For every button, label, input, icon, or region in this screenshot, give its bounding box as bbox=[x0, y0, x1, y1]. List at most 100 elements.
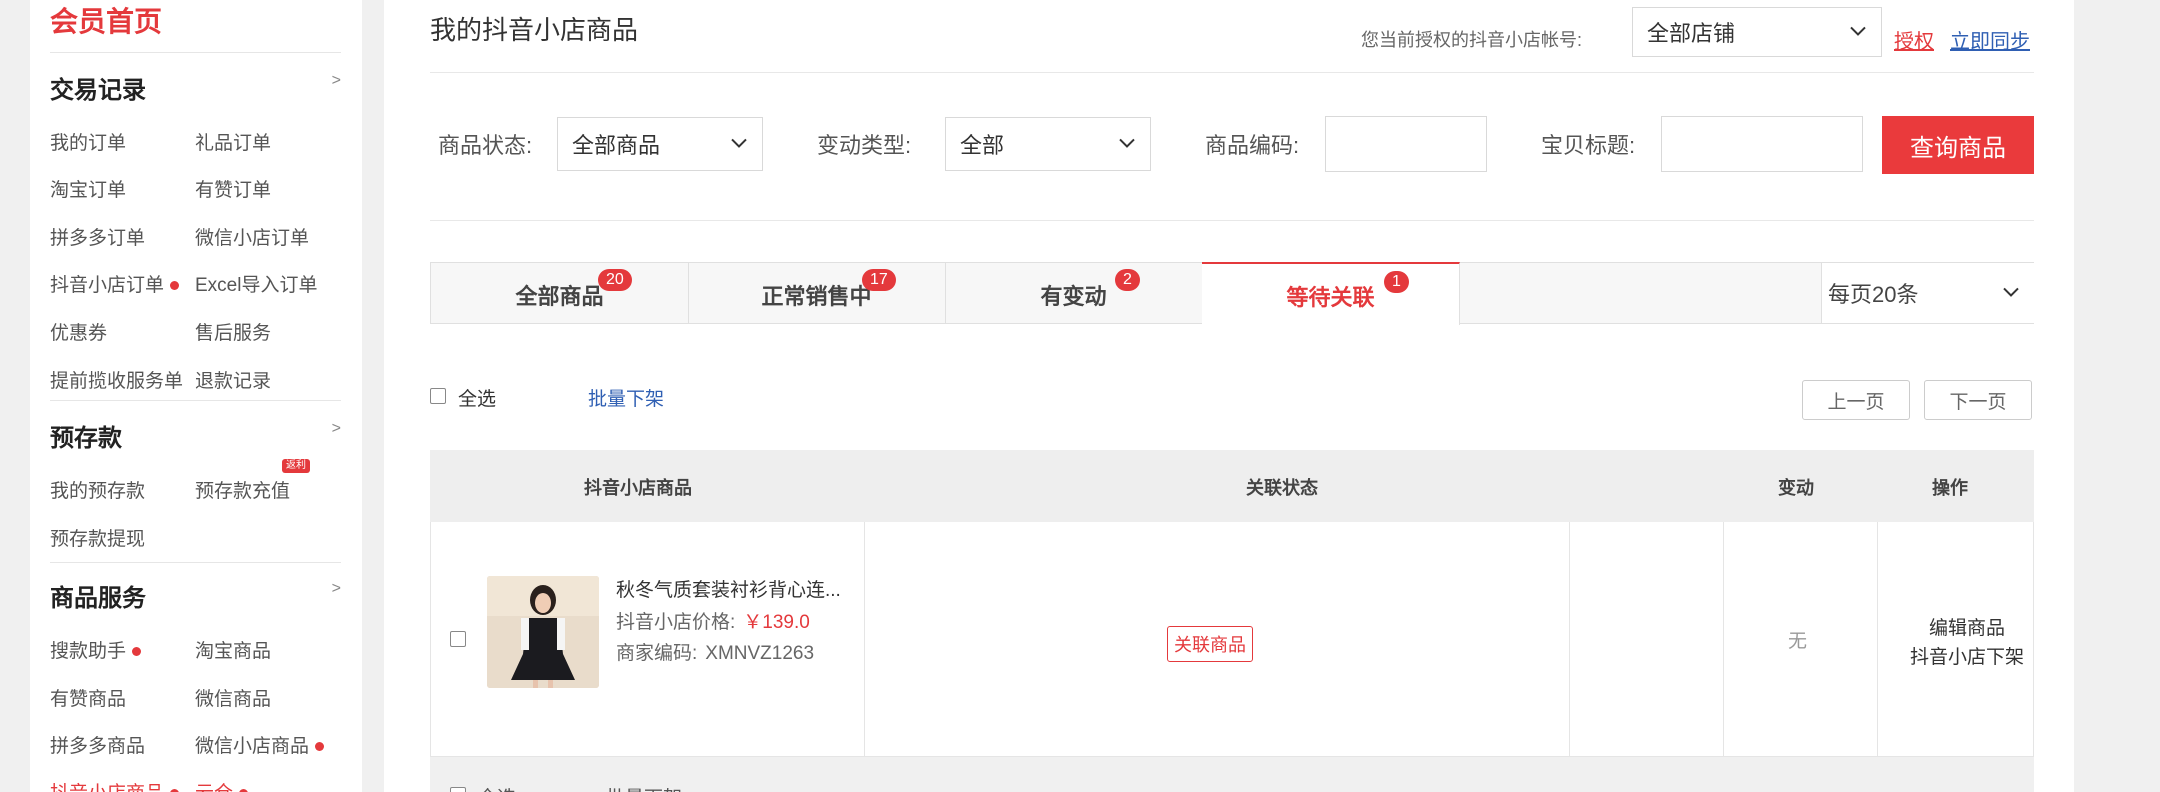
link-product-button[interactable]: 关联商品 bbox=[1167, 626, 1253, 662]
section-product-services[interactable]: 商品服务 > bbox=[50, 578, 341, 614]
status-filter-select[interactable]: 全部商品 bbox=[557, 117, 763, 171]
edit-product-link[interactable]: 编辑商品 bbox=[1897, 613, 2037, 640]
price-label: 抖音小店价格: bbox=[616, 612, 736, 633]
account-select-value: 全部店铺 bbox=[1647, 21, 1736, 46]
sidebar-item-my-orders[interactable]: 我的订单 bbox=[50, 128, 126, 155]
sidebar-item-coupons[interactable]: 优惠券 bbox=[50, 318, 107, 345]
select-all-checkbox[interactable] bbox=[450, 787, 466, 792]
row-checkbox[interactable] bbox=[450, 631, 466, 647]
sidebar-item-wechat-orders[interactable]: 微信小店订单 bbox=[195, 223, 309, 250]
product-code: XMNVZ1263 bbox=[705, 643, 815, 664]
tab-on-sale[interactable]: 正常销售中 17 bbox=[688, 262, 946, 324]
sidebar-item-my-prepaid[interactable]: 我的预存款 bbox=[50, 476, 145, 503]
column-divider bbox=[1723, 522, 1724, 757]
section-prepaid[interactable]: 预存款 > bbox=[50, 418, 341, 454]
tab-pending-link[interactable]: 等待关联 1 bbox=[1202, 262, 1460, 325]
change-filter-value: 全部 bbox=[960, 133, 1005, 158]
batch-offline-link[interactable]: 批量下架 bbox=[606, 783, 682, 792]
tab-label: 有变动 bbox=[1040, 284, 1107, 309]
sidebar-item-refunds[interactable]: 退款记录 bbox=[195, 366, 271, 393]
sidebar: 会员首页 交易记录 > 我的订单 礼品订单 淘宝订单 有赞订单 拼多多订单 微信… bbox=[30, 0, 362, 792]
new-dot-icon bbox=[315, 742, 325, 752]
select-all-checkbox[interactable] bbox=[430, 388, 446, 404]
sidebar-item-taobao-products[interactable]: 淘宝商品 bbox=[195, 636, 271, 663]
code-label: 商家编码: bbox=[616, 643, 698, 664]
tab-all-products[interactable]: 全部商品 20 bbox=[431, 262, 689, 324]
table-header: 抖音小店商品 关联状态 变动 操作 bbox=[430, 450, 2034, 522]
code-filter-label: 商品编码: bbox=[1205, 133, 1300, 158]
chevron-down-icon bbox=[2003, 287, 2019, 297]
section-title: 交易记录 bbox=[50, 77, 146, 104]
column-divider bbox=[864, 522, 865, 757]
sidebar-item-taobao-orders[interactable]: 淘宝订单 bbox=[50, 175, 126, 202]
sync-now-link[interactable]: 立即同步 bbox=[1950, 25, 2030, 54]
chevron-right-icon: > bbox=[331, 420, 341, 437]
divider bbox=[50, 52, 341, 53]
product-thumbnail[interactable] bbox=[487, 576, 599, 688]
sidebar-item-label: 抖音小店订单 bbox=[50, 275, 165, 296]
product-image bbox=[487, 576, 599, 688]
new-dot-icon bbox=[132, 647, 142, 657]
sidebar-item-search-helper[interactable]: 搜款助手 bbox=[50, 636, 142, 663]
section-title: 预存款 bbox=[50, 425, 122, 452]
sidebar-item-cloud-warehouse[interactable]: 云仓 bbox=[195, 778, 249, 792]
member-home-link[interactable]: 会员首页 bbox=[50, 0, 162, 40]
new-dot-icon bbox=[170, 281, 180, 291]
product-price-line: 抖音小店价格: ￥139.0 bbox=[616, 607, 810, 634]
sidebar-item-douyin-products[interactable]: 抖音小店商品 bbox=[50, 778, 180, 792]
select-all-label: 全选 bbox=[458, 389, 497, 410]
divider bbox=[430, 72, 2034, 73]
column-header-actions: 操作 bbox=[1932, 478, 1968, 498]
change-filter-select[interactable]: 全部 bbox=[945, 117, 1151, 171]
tab-label: 正常销售中 bbox=[761, 284, 872, 309]
tab-count-badge: 2 bbox=[1115, 269, 1140, 291]
account-select[interactable]: 全部店铺 bbox=[1632, 7, 1882, 57]
sidebar-item-youzan-orders[interactable]: 有赞订单 bbox=[195, 175, 271, 202]
status-tabs: 全部商品 20 正常销售中 17 有变动 2 等待关联 1 每页20条 bbox=[430, 262, 2034, 325]
sidebar-item-prepaid-withdraw[interactable]: 预存款提现 bbox=[50, 524, 145, 551]
authorize-link[interactable]: 授权 bbox=[1894, 25, 1934, 54]
tab-label: 等待关联 bbox=[1286, 285, 1375, 310]
select-all-label: 全选 bbox=[478, 783, 516, 792]
sidebar-item-pdd-orders[interactable]: 拼多多订单 bbox=[50, 223, 145, 250]
tab-count-badge: 1 bbox=[1384, 271, 1409, 293]
change-filter-label: 变动类型: bbox=[817, 133, 912, 158]
sidebar-item-early-pickup[interactable]: 提前揽收服务单 bbox=[50, 366, 183, 393]
prev-page-button[interactable]: 上一页 bbox=[1802, 380, 1910, 420]
sidebar-item-prepaid-recharge[interactable]: 预存款充值 bbox=[195, 476, 290, 503]
status-filter-label: 商品状态: bbox=[438, 133, 533, 158]
product-code-line: 商家编码: XMNVZ1263 bbox=[616, 638, 814, 665]
page-title: 我的抖音小店商品 bbox=[430, 15, 639, 45]
batch-offline-link[interactable]: 批量下架 bbox=[588, 384, 664, 411]
sidebar-item-excel-orders[interactable]: Excel导入订单 bbox=[195, 270, 317, 297]
column-header-change: 变动 bbox=[1778, 478, 1814, 498]
next-page-button[interactable]: 下一页 bbox=[1924, 380, 2032, 420]
sidebar-item-after-sales[interactable]: 售后服务 bbox=[195, 318, 271, 345]
column-divider bbox=[1569, 522, 1570, 757]
divider bbox=[50, 562, 341, 563]
sidebar-item-wechat-shop-products[interactable]: 微信小店商品 bbox=[195, 731, 325, 758]
change-value: 无 bbox=[1788, 631, 1808, 652]
title-input[interactable] bbox=[1661, 116, 1863, 172]
code-input[interactable] bbox=[1325, 116, 1487, 172]
sidebar-item-pdd-products[interactable]: 拼多多商品 bbox=[50, 731, 145, 758]
tab-changed[interactable]: 有变动 2 bbox=[945, 262, 1203, 324]
page-size-select[interactable]: 每页20条 bbox=[1821, 263, 2034, 323]
section-trade-records[interactable]: 交易记录 > bbox=[50, 70, 341, 106]
query-products-button[interactable]: 查询商品 bbox=[1882, 116, 2034, 174]
sidebar-item-douyin-orders[interactable]: 抖音小店订单 bbox=[50, 270, 180, 297]
douyin-offline-link[interactable]: 抖音小店下架 bbox=[1897, 642, 2037, 669]
chevron-down-icon bbox=[1119, 138, 1135, 148]
sidebar-item-youzan-products[interactable]: 有赞商品 bbox=[50, 684, 126, 711]
sidebar-item-gift-orders[interactable]: 礼品订单 bbox=[195, 128, 271, 155]
tab-label: 全部商品 bbox=[515, 284, 604, 309]
page-size-value: 每页20条 bbox=[1828, 282, 1919, 307]
product-name[interactable]: 秋冬气质套装衬衫背心连... bbox=[616, 575, 841, 602]
table-row: 秋冬气质套装衬衫背心连... 抖音小店价格: ￥139.0 商家编码: XMNVZ1… bbox=[430, 522, 2034, 757]
divider bbox=[430, 220, 2034, 221]
section-title: 商品服务 bbox=[50, 585, 146, 612]
rebate-badge: 返利 bbox=[282, 459, 310, 473]
chevron-down-icon bbox=[1850, 26, 1866, 36]
chevron-down-icon bbox=[731, 138, 747, 148]
sidebar-item-wechat-products[interactable]: 微信商品 bbox=[195, 684, 271, 711]
